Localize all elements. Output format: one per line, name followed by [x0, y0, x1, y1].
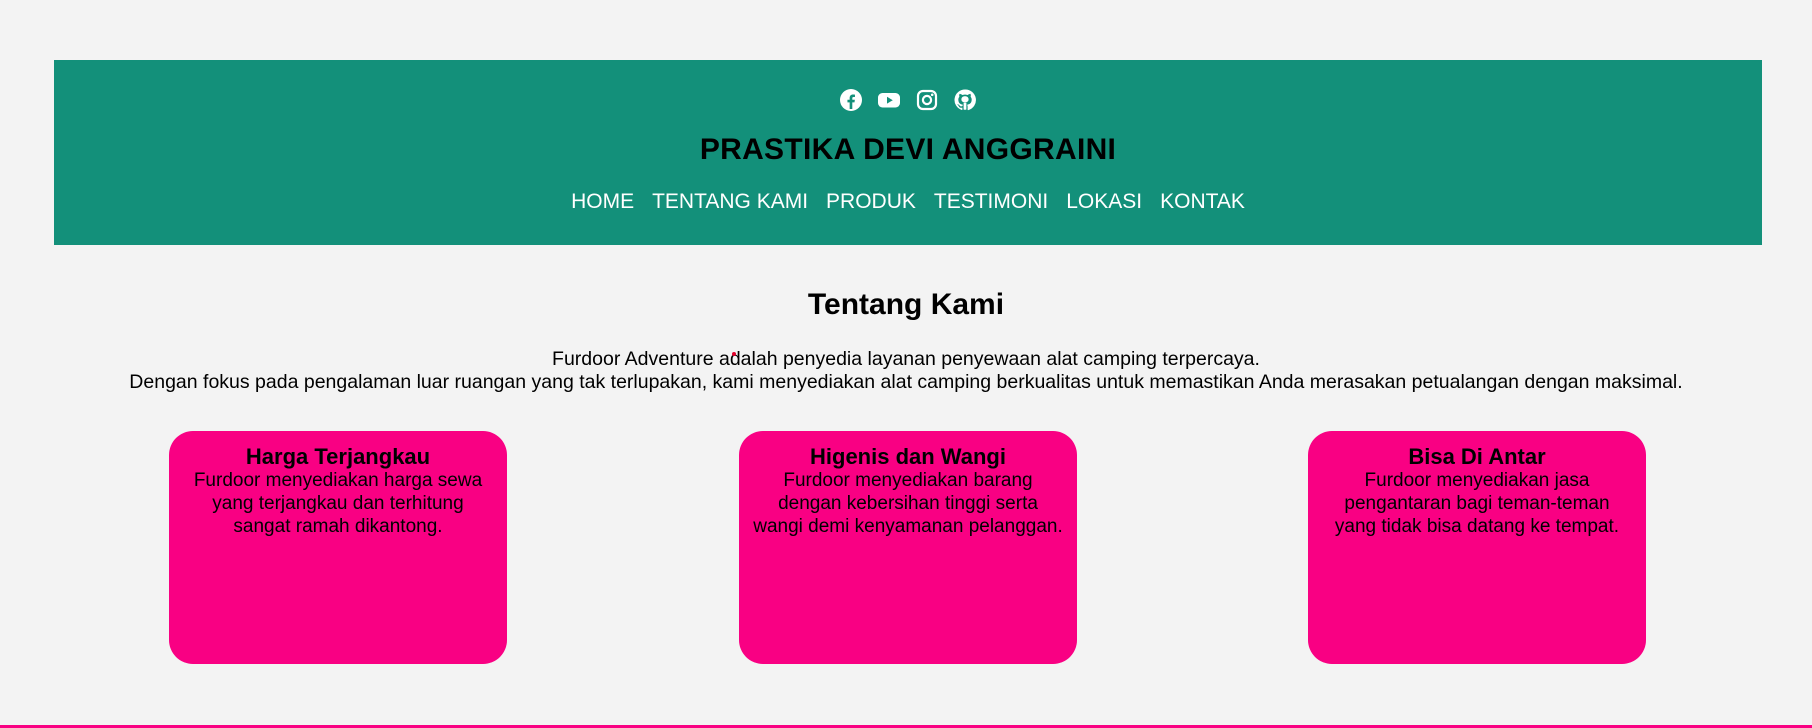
feature-card-text: Furdoor menyediakan jasa pengantaran bag…: [1334, 470, 1620, 537]
nav-tentang-kami[interactable]: TENTANG KAMI: [652, 190, 808, 214]
main-nav: HOME TENTANG KAMI PRODUK TESTIMONI LOKAS…: [54, 190, 1762, 214]
feature-card-text: Furdoor menyediakan barang dengan kebers…: [753, 470, 1063, 537]
nav-produk[interactable]: PRODUK: [826, 190, 916, 214]
site-title: PRASTIKA DEVI ANGGRAINI: [699, 133, 1117, 166]
feature-card-title: Higenis dan Wangi: [810, 444, 1006, 469]
about-description: Furdoor Adventure adalah penyedia layana…: [0, 348, 1812, 394]
about-line: Dengan fokus pada pengalaman luar ruanga…: [129, 371, 1683, 393]
site-header: PRASTIKA DEVI ANGGRAINI HOME TENTANG KAM…: [54, 60, 1762, 245]
github-icon[interactable]: [953, 88, 977, 112]
social-links: [54, 88, 1762, 112]
feature-card-antar: Bisa Di Antar Furdoor menyediakan jasa p…: [1308, 431, 1646, 664]
feature-card-title: Bisa Di Antar: [1408, 444, 1546, 469]
about-line: Furdoor Adventure adalah penyedia layana…: [552, 348, 1260, 370]
nav-lokasi[interactable]: LOKASI: [1066, 190, 1142, 214]
feature-card-higenis: Higenis dan Wangi Furdoor menyediakan ba…: [739, 431, 1077, 664]
nav-kontak[interactable]: KONTAK: [1160, 190, 1245, 214]
page: PRASTIKA DEVI ANGGRAINI HOME TENTANG KAM…: [0, 0, 1812, 728]
feature-card-harga: Harga Terjangkau Furdoor menyediakan har…: [169, 431, 507, 664]
cursor-dot: [732, 352, 736, 356]
instagram-icon[interactable]: [915, 88, 939, 112]
youtube-icon[interactable]: [877, 88, 901, 112]
about-title: Tentang Kami: [807, 288, 1005, 321]
nav-testimoni[interactable]: TESTIMONI: [934, 190, 1048, 214]
facebook-icon[interactable]: [839, 88, 863, 112]
feature-card-text: Furdoor menyediakan harga sewa yang terj…: [193, 470, 483, 537]
feature-card-title: Harga Terjangkau: [245, 444, 431, 469]
nav-home[interactable]: HOME: [571, 190, 634, 214]
